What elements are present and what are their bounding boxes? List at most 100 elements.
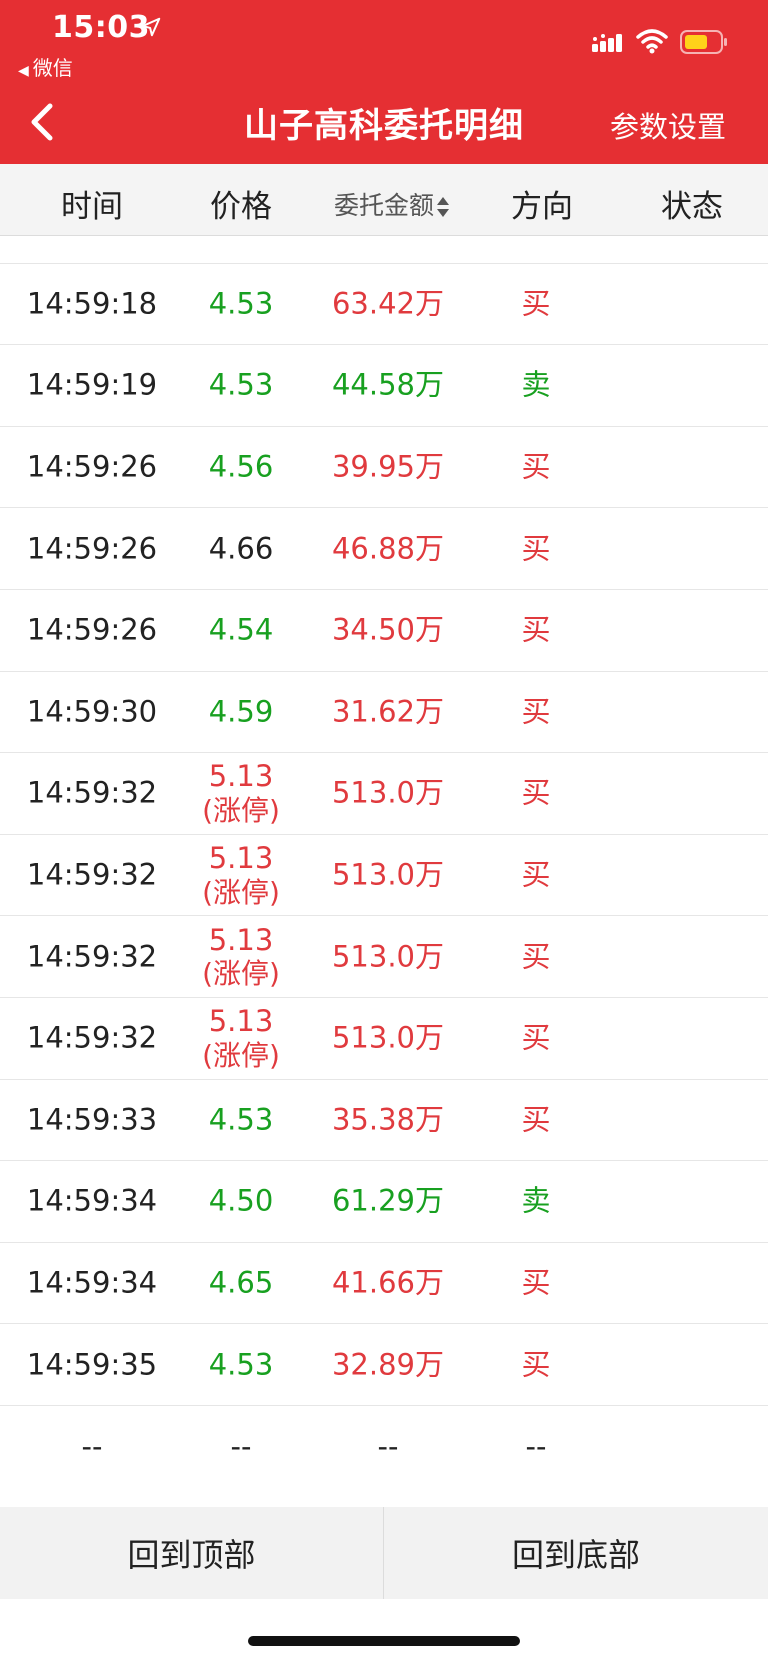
row-price-limit-up-tag: (涨停) bbox=[202, 957, 280, 991]
row-direction: 买 bbox=[521, 1020, 551, 1055]
row-time: 14:59:30 bbox=[26, 694, 158, 729]
row-amount: 35.38万 bbox=[331, 1102, 445, 1137]
sort-arrows-icon bbox=[437, 197, 450, 217]
order-list-content: 14:59:174.53168.8万卖14:59:184.5363.42万买14… bbox=[0, 237, 768, 1488]
row-time: 14:59:26 bbox=[26, 612, 158, 647]
row-amount: 513.0万 bbox=[331, 776, 445, 811]
table-row: 14:59:19 4.53 44.58万 卖 bbox=[0, 345, 768, 427]
row-amount: 46.88万 bbox=[331, 531, 445, 566]
row-amount: 39.95万 bbox=[331, 449, 445, 484]
row-price: -- bbox=[231, 1429, 252, 1464]
row-time: 14:59:32 bbox=[26, 776, 158, 811]
row-price-value: 5.13 bbox=[208, 840, 274, 875]
row-price: 4.65 bbox=[209, 1266, 274, 1301]
row-time: 14:59:18 bbox=[26, 286, 158, 321]
row-price: 5.13 (涨停) bbox=[202, 759, 280, 827]
back-to-top-button[interactable]: 回到顶部 bbox=[0, 1507, 384, 1599]
row-time: 14:59:19 bbox=[26, 368, 158, 403]
row-direction: 买 bbox=[521, 776, 551, 811]
row-price: 4.66 bbox=[209, 531, 274, 566]
table-row: -- -- -- -- bbox=[0, 1406, 768, 1488]
row-time: 14:59:33 bbox=[26, 1102, 158, 1137]
row-amount: 513.0万 bbox=[331, 939, 445, 974]
row-direction: 买 bbox=[521, 939, 551, 974]
column-amount-sort[interactable]: 委托金额 bbox=[334, 186, 450, 222]
bottom-bar: 回到顶部 回到底部 bbox=[0, 1507, 768, 1599]
column-time: 时间 bbox=[61, 189, 123, 225]
row-direction: 买 bbox=[521, 612, 551, 647]
row-direction: 卖 bbox=[521, 1184, 551, 1219]
row-direction: 买 bbox=[521, 531, 551, 566]
row-time: 14:59:32 bbox=[26, 939, 158, 974]
app-header: 15:03 ◀ 微信 山子高科委托明细 参数设置 bbox=[0, 0, 768, 164]
parameter-settings-button[interactable]: 参数设置 bbox=[610, 104, 726, 146]
row-time: 14:59:17 bbox=[27, 237, 157, 240]
row-price-value: -- bbox=[230, 1429, 252, 1464]
row-direction: 买 bbox=[521, 286, 551, 321]
table-row: 14:59:17 4.53 168.8万 卖 bbox=[0, 237, 768, 264]
row-price-value: 4.53 bbox=[209, 237, 274, 239]
row-price: 4.53 bbox=[209, 1347, 274, 1382]
row-direction: 买 bbox=[521, 1265, 551, 1300]
row-price-value: 5.13 bbox=[208, 1004, 274, 1039]
row-price-value: 4.53 bbox=[208, 368, 274, 403]
row-time: 14:59:35 bbox=[26, 1347, 158, 1382]
row-price-value: 4.54 bbox=[208, 612, 274, 647]
row-price: 5.13 (涨停) bbox=[202, 841, 280, 909]
back-app-label: 微信 bbox=[32, 56, 73, 80]
row-amount: 32.89万 bbox=[331, 1347, 445, 1382]
table-row: 14:59:32 5.13 (涨停) 513.0万 买 bbox=[0, 753, 768, 835]
back-to-bottom-button[interactable]: 回到底部 bbox=[384, 1507, 768, 1599]
row-time: 14:59:32 bbox=[26, 857, 158, 892]
table-row: 14:59:26 4.56 39.95万 买 bbox=[0, 427, 768, 509]
row-price-value: 4.59 bbox=[208, 694, 274, 729]
row-time: 14:59:26 bbox=[26, 449, 158, 484]
column-direction: 方向 bbox=[511, 189, 573, 225]
row-direction: -- bbox=[525, 1429, 547, 1464]
row-price-value: 4.53 bbox=[208, 286, 274, 321]
row-price: 4.53 bbox=[209, 1102, 274, 1137]
row-price: 4.56 bbox=[209, 450, 274, 485]
row-price-value: 5.13 bbox=[208, 759, 274, 794]
row-price-value: 4.53 bbox=[208, 1102, 274, 1137]
table-row: 14:59:34 4.50 61.29万 卖 bbox=[0, 1161, 768, 1243]
table-row: 14:59:30 4.59 31.62万 买 bbox=[0, 672, 768, 754]
row-direction: 卖 bbox=[521, 368, 551, 403]
row-time: 14:59:26 bbox=[26, 531, 158, 566]
row-price-value: 4.65 bbox=[208, 1265, 274, 1300]
row-price: 4.59 bbox=[209, 694, 274, 729]
row-amount: 513.0万 bbox=[331, 857, 445, 892]
row-price: 5.13 (涨停) bbox=[202, 922, 280, 990]
row-price-value: 4.66 bbox=[208, 531, 274, 566]
row-time: 14:59:34 bbox=[26, 1265, 158, 1300]
battery-icon bbox=[680, 30, 727, 54]
table-row: 14:59:34 4.65 41.66万 买 bbox=[0, 1243, 768, 1325]
row-direction: 卖 bbox=[521, 237, 550, 240]
order-list[interactable]: 14:59:174.53168.8万卖14:59:184.5363.42万买14… bbox=[0, 237, 768, 1507]
row-price-value: 4.56 bbox=[208, 449, 274, 484]
row-price-value: 4.53 bbox=[208, 1347, 274, 1382]
table-row: 14:59:26 4.66 46.88万 买 bbox=[0, 508, 768, 590]
row-price: 4.54 bbox=[209, 613, 274, 648]
table-row: 14:59:32 5.13 (涨停) 513.0万 买 bbox=[0, 835, 768, 917]
row-direction: 买 bbox=[521, 1347, 551, 1382]
row-amount: -- bbox=[377, 1429, 399, 1464]
row-amount: 44.58万 bbox=[331, 368, 445, 403]
back-to-app-link[interactable]: ◀ 微信 bbox=[18, 52, 73, 81]
home-indicator bbox=[248, 1636, 520, 1646]
location-arrow-icon bbox=[141, 17, 161, 37]
table-row: 14:59:32 5.13 (涨停) 513.0万 买 bbox=[0, 998, 768, 1080]
row-amount: 513.0万 bbox=[331, 1020, 445, 1055]
row-amount: 168.8万 bbox=[332, 237, 444, 240]
row-price-limit-up-tag: (涨停) bbox=[202, 1038, 280, 1072]
row-price-limit-up-tag: (涨停) bbox=[202, 794, 280, 828]
row-time: 14:59:34 bbox=[26, 1184, 158, 1219]
row-price-value: 5.13 bbox=[208, 922, 274, 957]
row-price: 5.13 (涨停) bbox=[202, 1004, 280, 1072]
row-time: 14:59:32 bbox=[26, 1020, 158, 1055]
row-amount: 31.62万 bbox=[331, 694, 445, 729]
row-price: 4.53 bbox=[209, 368, 274, 403]
row-direction: 买 bbox=[521, 694, 551, 729]
table-row: 14:59:18 4.53 63.42万 买 bbox=[0, 264, 768, 346]
row-amount: 61.29万 bbox=[331, 1184, 445, 1219]
